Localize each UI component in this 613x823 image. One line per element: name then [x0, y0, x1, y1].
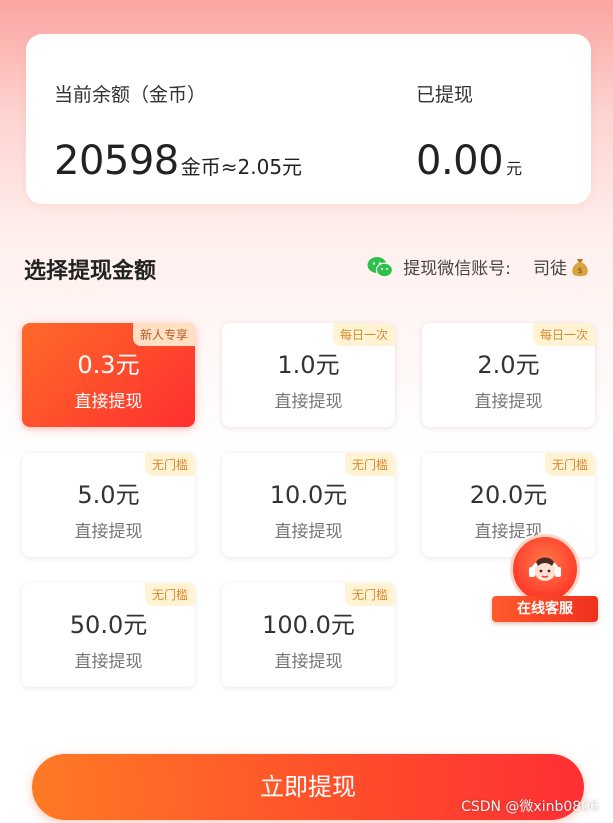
option-amount: 100.0元: [262, 611, 355, 639]
option-subtitle: 直接提现: [274, 392, 343, 412]
option-tag: 无门槛: [344, 453, 395, 476]
wechat-account-label: 提现微信账号:: [403, 259, 511, 279]
watermark: CSDN @微xinb0806: [461, 799, 599, 815]
customer-service-button[interactable]: 在线客服: [492, 534, 602, 634]
wechat-account-name: 司徒: [533, 259, 567, 279]
amount-options-grid: 新人专享 0.3元 直接提现 每日一次 1.0元 直接提现 每日一次 2.0元 …: [22, 323, 596, 693]
withdrawn-amount: 0.00 元: [416, 138, 522, 184]
money-bag-icon: $: [572, 258, 588, 276]
option-tag: 无门槛: [144, 583, 195, 606]
option-amount: 20.0元: [469, 481, 548, 509]
option-amount: 1.0元: [277, 351, 340, 379]
option-subtitle: 直接提现: [74, 522, 143, 542]
option-amount: 5.0元: [77, 481, 140, 509]
withdrawn-unit: 元: [506, 159, 523, 178]
option-tag: 无门槛: [144, 453, 195, 476]
headset-agent-icon: [529, 557, 561, 581]
option-tag: 无门槛: [344, 583, 395, 606]
amount-option-0-3[interactable]: 新人专享 0.3元 直接提现: [22, 323, 195, 427]
amount-option-50-0[interactable]: 无门槛 50.0元 直接提现: [22, 583, 195, 687]
customer-service-label: 在线客服: [492, 596, 598, 622]
option-tag: 每日一次: [532, 323, 595, 346]
current-balance: 20598 金币≈2.05元: [54, 138, 302, 184]
option-subtitle: 直接提现: [74, 392, 143, 412]
amount-option-10-0[interactable]: 无门槛 10.0元 直接提现: [222, 453, 395, 557]
withdrawn-value: 0.00: [416, 138, 504, 184]
option-tag: 无门槛: [544, 453, 595, 476]
wechat-icon: [367, 256, 394, 277]
option-tag: 新人专享: [132, 323, 195, 346]
current-balance-label: 当前余额（金币）: [54, 84, 207, 106]
option-tag: 每日一次: [332, 323, 395, 346]
option-subtitle: 直接提现: [274, 652, 343, 672]
option-subtitle: 直接提现: [474, 392, 543, 412]
option-subtitle: 直接提现: [74, 652, 143, 672]
option-amount: 0.3元: [77, 351, 140, 379]
amount-option-1-0[interactable]: 每日一次 1.0元 直接提现: [222, 323, 395, 427]
option-amount: 10.0元: [269, 481, 348, 509]
amount-option-5-0[interactable]: 无门槛 5.0元 直接提现: [22, 453, 195, 557]
withdrawn-label: 已提现: [416, 84, 474, 106]
amount-option-2-0[interactable]: 每日一次 2.0元 直接提现: [422, 323, 595, 427]
svg-text:$: $: [577, 266, 582, 275]
option-amount: 2.0元: [477, 351, 540, 379]
balance-card: 当前余额（金币） 20598 金币≈2.05元 已提现 0.00 元: [26, 34, 591, 204]
option-subtitle: 直接提现: [274, 522, 343, 542]
amount-option-100-0[interactable]: 无门槛 100.0元 直接提现: [222, 583, 395, 687]
current-balance-value: 20598: [54, 138, 179, 184]
wechat-account[interactable]: 提现微信账号: 司徒 $: [367, 254, 591, 279]
section-title: 选择提现金额: [24, 259, 157, 284]
option-amount: 50.0元: [69, 611, 148, 639]
current-balance-unit: 金币≈2.05元: [180, 155, 303, 179]
